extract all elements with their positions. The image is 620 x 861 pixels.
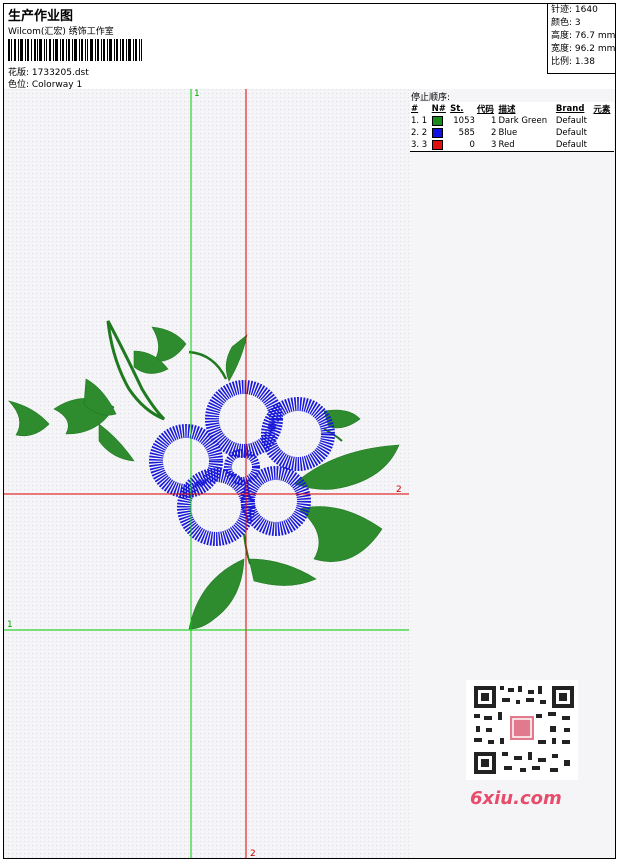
col-element: 元素 <box>593 104 611 115</box>
table-row[interactable]: 2. 2 585 2 Blue Default <box>410 127 614 139</box>
col-code: 代码 <box>476 104 494 115</box>
qr-code <box>466 680 578 780</box>
color-swatch <box>431 115 443 126</box>
table-header: # N# St. 代码 描述 Brand 元素 <box>410 102 614 115</box>
stat-colors: 颜色: 3 <box>551 18 581 28</box>
design-canvas[interactable]: 1 1 2 2 <box>4 89 410 858</box>
stat-scale: 比例: 1.38 <box>551 57 595 67</box>
page-title: 生产作业图 <box>8 9 74 24</box>
stats-box: 针迹: 1640 颜色: 3 高度: 76.7 mm 宽度: 96.2 mm 比… <box>547 4 615 74</box>
table-row[interactable]: 3. 3 0 3 Red Default <box>410 139 614 152</box>
col-needle: N# <box>431 103 446 114</box>
stat-width: 宽度: 96.2 mm <box>551 44 616 54</box>
color-swatch <box>431 139 443 150</box>
watermark: 6xiu.com <box>470 788 562 809</box>
sheet-header: 生产作业图 Wilcom(汇宏) 绣饰工作室 花版: 1733205.dst 色… <box>4 4 615 90</box>
table-row[interactable]: 1. 1 1053 1 Dark Green Default <box>410 115 614 127</box>
guide-label-h2: 2 <box>396 485 402 495</box>
color-swatch <box>431 127 443 138</box>
col-desc: 描述 <box>498 104 516 115</box>
stat-height: 高度: 76.7 mm <box>551 31 616 41</box>
col-brand: Brand <box>555 103 585 114</box>
guide-label-v1: 1 <box>194 89 200 99</box>
stop-sequence-table: # N# St. 代码 描述 Brand 元素 1. 1 1053 1 Dark… <box>410 102 614 152</box>
barcode <box>8 39 142 61</box>
col-index: # <box>411 103 419 114</box>
software-name: Wilcom(汇宏) 绣饰工作室 <box>8 27 114 37</box>
col-stitches: St. <box>450 103 464 114</box>
guide-label-h1: 1 <box>7 620 13 630</box>
stat-stitches: 针迹: 1640 <box>551 5 598 15</box>
guide-label-v2: 2 <box>250 849 256 858</box>
embroidery-preview <box>4 89 409 858</box>
